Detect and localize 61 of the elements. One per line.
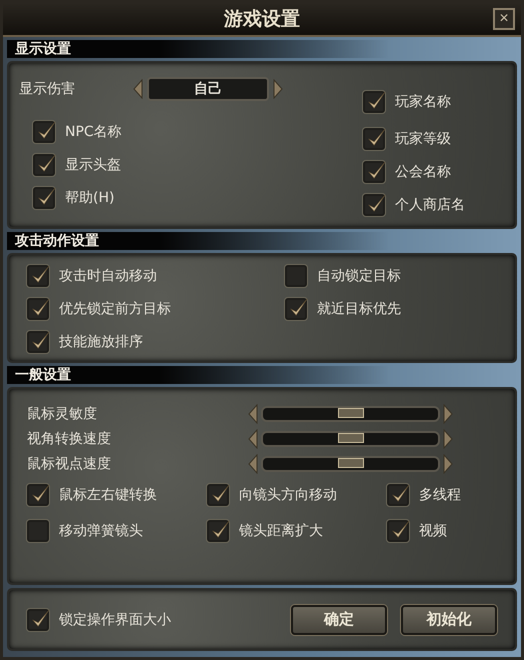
close-button[interactable]: × (493, 8, 515, 30)
slider-label: 视角转换速度 (27, 430, 111, 448)
slider-label: 鼠标灵敏度 (27, 404, 97, 422)
checkbox-label: 多线程 (419, 486, 461, 504)
checkbox-label: 就近目标优先 (317, 300, 401, 318)
checkbox-label: 帮助(H) (65, 189, 114, 207)
checkbox[interactable] (27, 608, 49, 630)
dialog-button[interactable]: 初始化 (401, 604, 497, 634)
checkbox[interactable] (285, 298, 307, 320)
checkbox[interactable] (363, 91, 385, 113)
checkbox-label: 玩家等级 (395, 130, 451, 148)
right-arrow-icon[interactable] (273, 79, 283, 99)
left-arrow-icon[interactable] (248, 454, 258, 474)
checkbox[interactable] (387, 520, 409, 542)
checkbox-label: 向镜头方向移动 (239, 486, 337, 504)
left-arrow-icon[interactable] (248, 428, 258, 448)
checkbox[interactable] (363, 161, 385, 183)
checkbox-label: 鼠标左右键转换 (59, 486, 157, 504)
checkbox[interactable] (33, 154, 55, 176)
checkbox-label: 自动锁定目标 (317, 267, 401, 285)
checkbox[interactable] (285, 265, 307, 287)
checkbox[interactable] (207, 484, 229, 506)
slider-track[interactable] (261, 430, 440, 446)
slider-thumb[interactable] (338, 458, 364, 468)
checkbox-label: 优先锁定前方目标 (59, 300, 171, 318)
slider-track[interactable] (261, 456, 440, 472)
checkbox-label: 移动弹簧镜头 (59, 522, 143, 540)
slider-label: 鼠标视点速度 (27, 454, 111, 472)
checkbox-label: NPC名称 (65, 123, 122, 141)
slider-thumb[interactable] (338, 432, 364, 442)
checkbox-label: 个人商店名 (395, 196, 465, 214)
left-arrow-icon[interactable] (248, 404, 258, 424)
checkbox[interactable] (387, 484, 409, 506)
checkbox[interactable] (27, 331, 49, 353)
checkbox-label: 锁定操作界面大小 (59, 610, 171, 628)
checkbox-label: 视频 (419, 522, 447, 540)
dialog-button[interactable]: 确定 (291, 604, 387, 634)
checkbox-label: 公会名称 (395, 163, 451, 181)
damage-label: 显示伤害 (19, 80, 76, 98)
checkbox[interactable] (27, 520, 49, 542)
slider-track[interactable] (261, 406, 440, 422)
window-title: 游戏设置 (224, 7, 300, 32)
right-arrow-icon[interactable] (443, 404, 453, 424)
damage-selector[interactable]: 自己 (147, 77, 269, 101)
slider-thumb[interactable] (338, 408, 364, 418)
checkbox[interactable] (207, 520, 229, 542)
checkbox-label: 玩家名称 (395, 93, 451, 111)
checkbox[interactable] (27, 484, 49, 506)
right-arrow-icon[interactable] (443, 428, 453, 448)
checkbox-label: 显示头盔 (65, 156, 121, 174)
right-arrow-icon[interactable] (443, 454, 453, 474)
checkbox[interactable] (33, 121, 55, 143)
checkbox-label: 攻击时自动移动 (59, 267, 157, 285)
checkbox[interactable] (33, 187, 55, 209)
checkbox-label: 技能施放排序 (59, 333, 143, 351)
checkbox[interactable] (27, 265, 49, 287)
checkbox[interactable] (363, 128, 385, 150)
checkbox-label: 镜头距离扩大 (239, 522, 323, 540)
left-arrow-icon[interactable] (133, 79, 143, 99)
checkbox[interactable] (363, 194, 385, 216)
checkbox[interactable] (27, 298, 49, 320)
